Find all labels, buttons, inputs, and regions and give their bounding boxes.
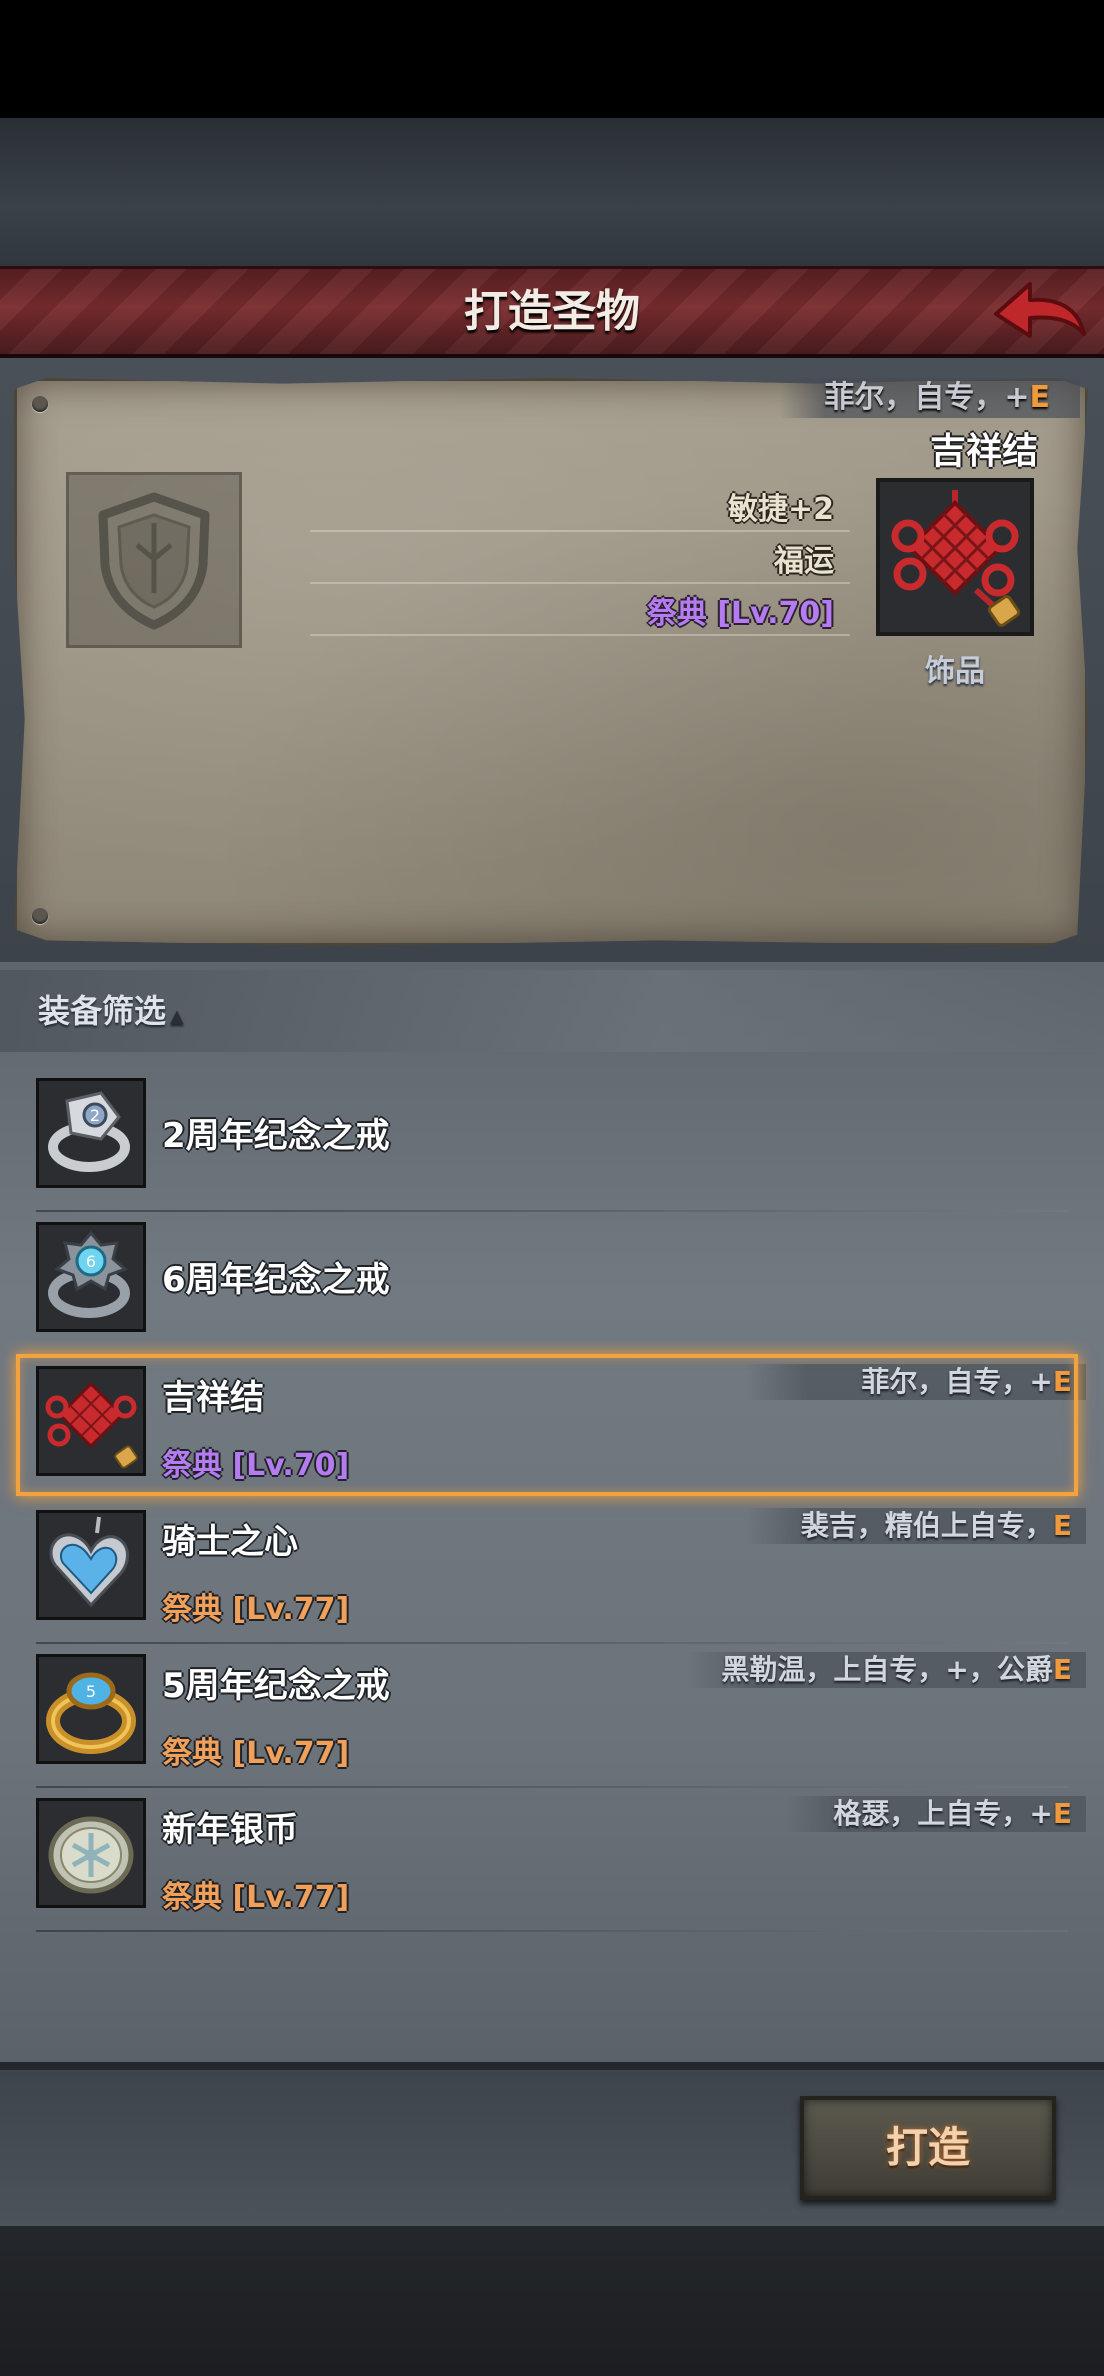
item-tags-grade: E [1052,1509,1072,1542]
divider [310,634,850,636]
forge-button[interactable]: 打造 [800,2096,1056,2200]
blue-gem-ring-icon: 6 [36,1222,146,1332]
detail-tags-text: 菲尔，自专，+ [824,380,1030,415]
filter-label: 装备筛选 [38,992,167,1030]
svg-text:6: 6 [86,1252,96,1271]
item-hero-tags: 格瑟，上自专，+E [833,1794,1072,1834]
chinese-knot-icon [36,1366,146,1476]
detail-stat-luck: 福运 [774,544,834,579]
item-rarity-level: 祭典 [Lv.70] [162,1448,350,1483]
item-tags-grade: E [1052,1797,1072,1830]
item-rarity-level: 祭典 [Lv.77] [162,1880,350,1915]
svg-text:2: 2 [90,1106,100,1125]
item-hero-tags: 裴吉，精伯上自专，E [801,1506,1072,1546]
item-hero-tags: 黑勒温，上自专，+，公爵E [721,1650,1072,1690]
item-tags-text: 菲尔，自专，+ [861,1365,1053,1398]
rivet-icon [32,396,48,412]
silver-ring-icon: 2 [36,1078,146,1188]
item-name: 5周年纪念之戒 [162,1666,390,1706]
detail-tags-grade: E [1029,380,1051,415]
list-item[interactable]: 6 6周年纪念之戒 [0,1212,1104,1356]
list-item[interactable]: 5 5周年纪念之戒 祭典 [Lv.77] 黑勒温，上自专，+，公爵E [0,1644,1104,1788]
bottom-panel [0,2226,1104,2376]
item-tags-text: 格瑟，上自专，+ [833,1797,1053,1830]
divider [310,530,850,532]
divider [310,582,850,584]
heart-pendant-icon [36,1510,146,1620]
status-bar [0,0,1104,118]
item-tags-text: 黑勒温，上自专，+，公爵 [721,1653,1053,1686]
item-name: 6周年纪念之戒 [162,1260,390,1300]
triangle-up-icon: ▲ [170,1006,184,1027]
silver-coin-icon [36,1798,146,1908]
rivet-icon [32,908,48,924]
empty-slot [66,472,242,648]
list-item[interactable]: 2 2周年纪念之戒 [0,1068,1104,1212]
item-rarity-level: 祭典 [Lv.77] [162,1592,350,1627]
chinese-knot-icon [876,478,1034,636]
gold-ring-icon: 5 [36,1654,146,1764]
detail-rarity-level: 祭典 [Lv.70] [646,596,834,631]
list-item[interactable]: 新年银币 祭典 [Lv.77] 格瑟，上自专，+E [0,1788,1104,1932]
detail-item-name: 吉祥结 [929,431,1038,472]
detail-category: 饰品 [925,654,985,689]
list-item[interactable]: 骑士之心 祭典 [Lv.77] 裴吉，精伯上自专，E [0,1500,1104,1644]
list-item-selected[interactable]: 吉祥结 祭典 [Lv.70] 菲尔，自专，+E [0,1354,1104,1500]
item-name: 新年银币 [162,1810,298,1850]
item-hero-tags: 菲尔，自专，+E [861,1362,1072,1402]
back-arrow-icon [994,282,1086,338]
item-rarity-level: 祭典 [Lv.77] [162,1736,350,1771]
back-button[interactable] [990,272,1090,352]
divider [36,1930,1068,1932]
header-background [0,118,1104,268]
item-name: 2周年纪念之戒 [162,1116,390,1156]
page-title: 打造圣物 [464,286,640,337]
item-name: 骑士之心 [162,1522,298,1562]
detail-stat-agility: 敏捷+2 [727,492,834,527]
item-tags-text: 裴吉，精伯上自专， [800,1509,1053,1542]
equipment-filter-button[interactable]: 装备筛选 ▲ [38,986,184,1036]
svg-text:5: 5 [86,1682,96,1701]
shield-icon [98,492,210,630]
item-tags-grade: E [1052,1653,1072,1686]
item-name: 吉祥结 [162,1378,264,1418]
detail-hero-tags: 菲尔，自专，+E [824,378,1050,418]
item-tags-grade: E [1052,1365,1072,1398]
